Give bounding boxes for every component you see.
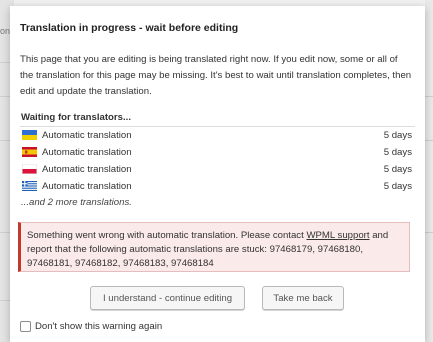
dont-show-warning-option[interactable]: Don't show this warning again xyxy=(20,321,162,332)
stuck-translations-error: Something went wrong with automatic tran… xyxy=(18,222,410,272)
background-divider xyxy=(425,140,433,141)
dialog-title: Translation in progress - wait before ed… xyxy=(20,22,239,34)
language-row-days: 5 days xyxy=(383,164,412,175)
background-divider xyxy=(425,96,433,97)
language-row-days: 5 days xyxy=(383,181,412,192)
language-row: Automatic translation 5 days xyxy=(20,128,412,144)
language-row-label: Automatic translation xyxy=(42,164,132,175)
language-row-days: 5 days xyxy=(383,130,412,141)
error-text-start: Something went wrong with automatic tran… xyxy=(27,230,307,241)
language-row-label: Automatic translation xyxy=(42,130,132,141)
spain-flag-icon xyxy=(22,147,37,157)
poland-flag-icon xyxy=(22,164,37,174)
dont-show-warning-label: Don't show this warning again xyxy=(35,321,163,332)
more-translations-text: ...and 2 more translations. xyxy=(21,197,132,208)
language-row-label: Automatic translation xyxy=(42,147,132,158)
waiting-heading: Waiting for translators... xyxy=(21,112,131,123)
translation-in-progress-dialog: Translation in progress - wait before ed… xyxy=(10,6,425,342)
background-text-fragment: on xyxy=(0,26,11,36)
take-me-back-button[interactable]: Take me back xyxy=(262,286,344,310)
language-row: Automatic translation 5 days xyxy=(20,162,412,178)
dialog-intro-text: This page that you are editing is being … xyxy=(20,54,412,97)
background-divider xyxy=(425,232,433,233)
waiting-heading-divider xyxy=(20,126,415,127)
language-row: Automatic translation 5 days xyxy=(20,145,412,161)
language-row: Automatic translation 5 days xyxy=(20,179,412,195)
background-page-right xyxy=(425,0,433,342)
continue-editing-button[interactable]: I understand - continue editing xyxy=(90,286,245,310)
language-row-days: 5 days xyxy=(383,147,412,158)
ukraine-flag-icon xyxy=(22,130,37,140)
language-row-label: Automatic translation xyxy=(42,181,132,192)
dont-show-warning-checkbox[interactable] xyxy=(20,321,31,332)
greece-flag-icon xyxy=(22,181,37,191)
wpml-support-link[interactable]: WPML support xyxy=(306,230,369,241)
